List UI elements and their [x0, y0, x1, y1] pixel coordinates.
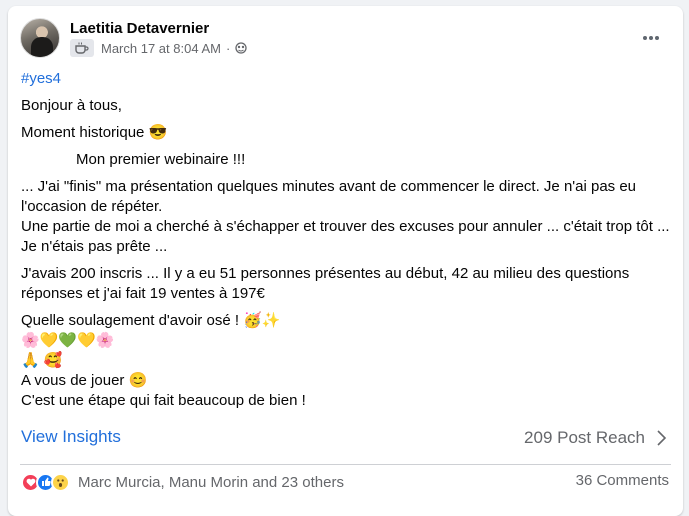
post-date[interactable]: March 17 at 8:04 AM [101, 41, 221, 56]
post-line-para2: J'avais 200 inscris ... Il y a eu 51 per… [21, 265, 630, 302]
post-line-para1a: ... J'ai "finis" ma présentation quelque… [21, 178, 637, 215]
privacy-icon[interactable] [235, 42, 247, 54]
post-content: #yes4 Bonjour à tous, Moment historique … [21, 69, 671, 411]
view-insights-link[interactable]: View Insights [21, 427, 121, 447]
meta-separator: · [225, 40, 231, 56]
post-line-relief: Quelle soulagement d'avoir osé ! 🥳✨ [21, 312, 281, 329]
post-header: Laetitia Detavernier March 17 at 8:04 AM… [20, 18, 671, 62]
divider [20, 464, 671, 465]
author-avatar[interactable] [20, 18, 60, 58]
reaction-names[interactable]: Marc Murcia, Manu Morin and 23 others [78, 474, 344, 491]
post-line-moment: Moment historique 😎 [21, 124, 168, 141]
post-line-webinar: Mon premier webinaire !!! [76, 151, 246, 168]
comments-count[interactable]: 36 Comments [576, 472, 669, 489]
wow-reaction-icon[interactable] [51, 472, 70, 492]
post-line-good: C'est une étape qui fait beaucoup de bie… [21, 392, 306, 409]
reactions-bar: Marc Murcia, Manu Morin and 23 others 36… [21, 471, 671, 493]
post-line-hearts: 🌸💛💚💛🌸 [21, 332, 115, 349]
post-reach[interactable]: 209 Post Reach [524, 428, 645, 448]
post-hashtag[interactable]: #yes4 [21, 69, 671, 89]
post-line-para1b: Une partie de moi a cherché à s'échapper… [21, 218, 670, 255]
post-line-your-turn: A vous de jouer 😊 [21, 372, 148, 389]
coffee-cup-icon [70, 39, 94, 57]
chevron-right-icon[interactable] [653, 427, 669, 449]
post-line-pray: 🙏 🥰 [21, 352, 63, 369]
author-name[interactable]: Laetitia Detavernier [70, 20, 209, 37]
insights-row: View Insights 209 Post Reach [21, 427, 671, 453]
post-card: Laetitia Detavernier March 17 at 8:04 AM… [8, 6, 683, 516]
more-options-icon[interactable] [633, 20, 669, 56]
post-meta: March 17 at 8:04 AM · [70, 39, 247, 57]
post-line-greeting: Bonjour à tous, [21, 97, 122, 114]
